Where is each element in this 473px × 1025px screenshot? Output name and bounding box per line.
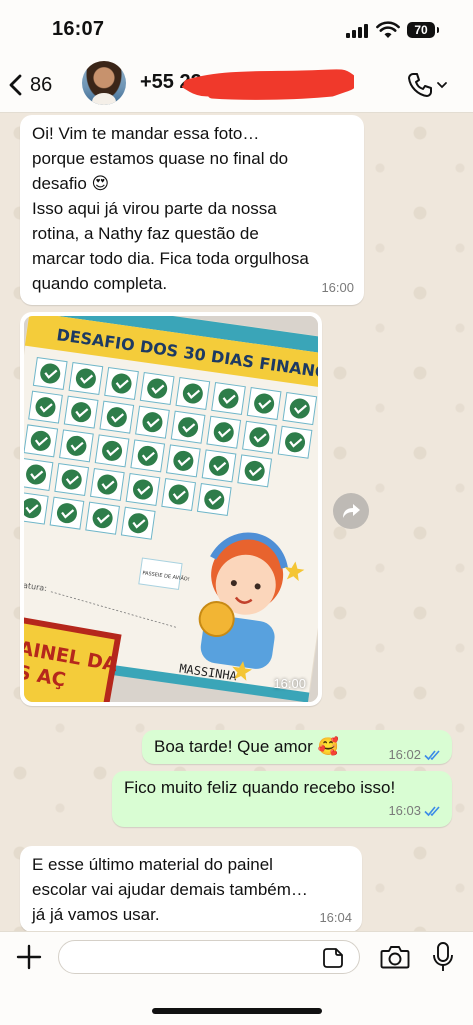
phone-icon — [408, 73, 432, 97]
status-bar: 16:07 70 — [0, 0, 473, 58]
plus-icon[interactable] — [14, 942, 44, 972]
redaction-scribble — [182, 69, 354, 100]
message-meta: 16:04 — [319, 905, 352, 930]
message-time: 16:04 — [319, 910, 352, 925]
call-button[interactable] — [406, 70, 452, 100]
unread-count: 86 — [30, 73, 53, 96]
wifi-icon — [376, 21, 400, 38]
incoming-message[interactable]: E esse último material do painel escolar… — [20, 846, 362, 931]
message-input[interactable] — [58, 940, 360, 974]
message-time: 16:03 — [388, 803, 421, 818]
contact-avatar[interactable] — [82, 61, 126, 105]
battery-level: 70 — [414, 23, 428, 37]
chevron-down-icon — [437, 82, 447, 89]
message-meta: 16:00 — [321, 275, 354, 300]
message-meta: 16:03 — [388, 798, 442, 823]
microphone-icon[interactable] — [432, 941, 454, 973]
incoming-message[interactable]: Oi! Vim te mandar essa foto… porque esta… — [20, 115, 364, 305]
forward-arrow-icon — [343, 504, 360, 518]
message-time: 16:00 — [273, 676, 306, 691]
sticker-icon[interactable] — [322, 947, 344, 969]
chat-area[interactable]: Oi! Vim te mandar essa foto… porque esta… — [0, 113, 473, 931]
message-text: Boa tarde! Que amor 🥰 — [154, 737, 339, 756]
cellular-signal-icon — [346, 24, 368, 38]
message-composer — [0, 931, 473, 1025]
message-text: Fico muito feliz quando recebo isso! — [124, 778, 396, 797]
outgoing-message[interactable]: Fico muito feliz quando recebo isso! 16:… — [112, 771, 452, 827]
read-receipt-icon — [424, 749, 440, 760]
message-meta: 16:02 — [388, 742, 442, 767]
message-meta: 16:00 — [273, 671, 306, 696]
outgoing-message[interactable]: Boa tarde! Que amor 🥰 16:02 — [142, 730, 452, 764]
incoming-image-message[interactable]: DESAFIO DOS 30 DIAS FINANCEIROS MASSINHA… — [20, 312, 322, 706]
challenge-chart-photo[interactable]: DESAFIO DOS 30 DIAS FINANCEIROS MASSINHA… — [24, 316, 318, 702]
message-time: 16:02 — [388, 747, 421, 762]
status-time: 16:07 — [52, 18, 105, 40]
back-button[interactable]: 86 — [8, 66, 52, 104]
chevron-left-icon — [9, 74, 22, 96]
read-receipt-icon — [424, 805, 440, 816]
message-time: 16:00 — [321, 280, 354, 295]
chat-header: 86 +55 22 — [0, 58, 473, 113]
message-text: Oi! Vim te mandar essa foto… porque esta… — [32, 124, 309, 293]
camera-icon[interactable] — [380, 944, 410, 970]
battery-icon: 70 — [407, 22, 439, 38]
photo-illustration: DESAFIO DOS 30 DIAS FINANCEIROS MASSINHA… — [24, 316, 318, 702]
home-indicator — [152, 1008, 322, 1014]
forward-button[interactable] — [333, 493, 369, 529]
message-text: E esse último material do painel escolar… — [32, 855, 308, 924]
